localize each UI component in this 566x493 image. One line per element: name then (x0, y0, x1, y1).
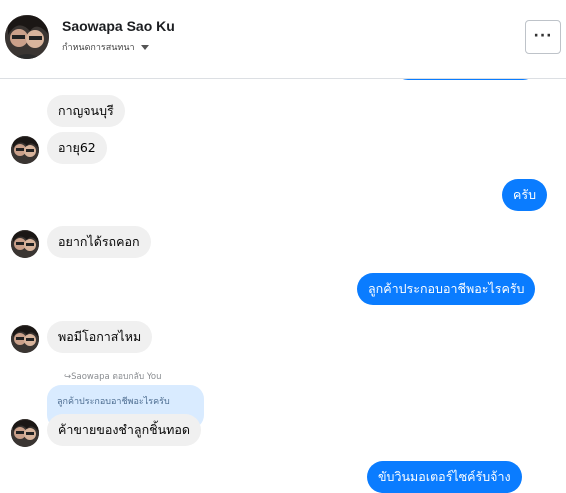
conversation-header: Saowapa Sao Ku กำหนดการสนทนา ··· (0, 0, 566, 79)
incoming-message: พอมีโอกาสไหม (47, 321, 153, 353)
dropdown-label: กำหนดการสนทนา (62, 42, 135, 52)
incoming-message: อายุ62 (47, 132, 107, 164)
incoming-message: กาญจนบุรี (47, 95, 125, 127)
more-options-button[interactable]: ··· (525, 20, 561, 54)
contact-name[interactable]: Saowapa Sao Ku (62, 18, 175, 34)
outgoing-message: ขับวินมอเตอร์ไซค์รับจ้าง (367, 461, 522, 493)
conversation-settings-dropdown[interactable]: กำหนดการสนทนา (62, 40, 149, 54)
contact-avatar (11, 325, 39, 353)
contact-avatar[interactable] (5, 15, 49, 59)
caret-down-icon (140, 45, 149, 51)
incoming-message: ค้าขายของชำลูกชิ้นทอด (47, 414, 202, 446)
reply-indicator: ↪Saowapa ตอบกลับ You (64, 372, 162, 382)
incoming-message: อยากได้รถคอก (47, 226, 151, 258)
contact-avatar (11, 136, 39, 164)
contact-avatar (11, 230, 39, 258)
outgoing-message: ลูกค้าประกอบอาชีพอะไรครับ (357, 273, 536, 305)
outgoing-message: ครับ (502, 179, 548, 211)
contact-avatar (11, 419, 39, 447)
